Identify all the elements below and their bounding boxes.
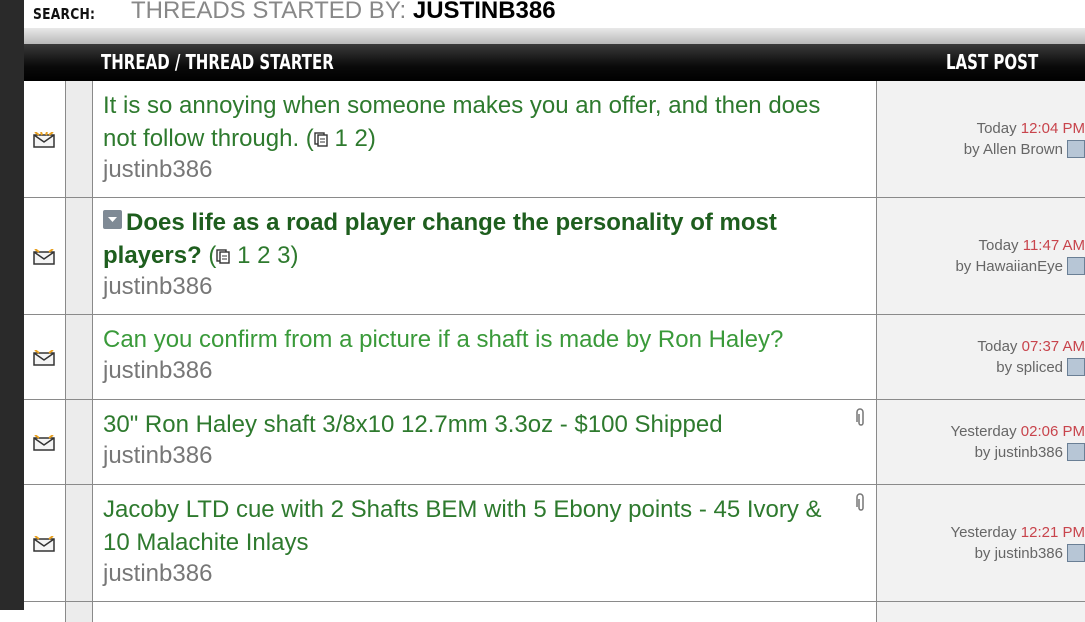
last-post-info: Yesterday 02:06 PM by justinb386: [855, 421, 1085, 463]
thread-title-link[interactable]: It is so annoying when someone makes you…: [103, 92, 820, 152]
table-row: [24, 602, 1085, 622]
last-post-cell: [877, 602, 1085, 622]
last-post-time: 11:47 AM: [1022, 237, 1085, 254]
status-cell: [24, 198, 66, 314]
page-link[interactable]: 1: [334, 125, 347, 152]
status-cell: [24, 81, 66, 197]
pages-icon: [216, 249, 231, 264]
table-header: THREAD / THREAD STARTER LAST POST: [24, 44, 1085, 81]
last-post-day: Today: [978, 237, 1019, 254]
last-post-info: Today 11:47 AM by HawaiianEye: [855, 235, 1085, 277]
status-cell: [24, 315, 66, 399]
table-row: It is so annoying when someone makes you…: [24, 81, 1085, 198]
paperclip-icon: [856, 493, 864, 511]
thread-title-link[interactable]: 30" Ron Haley shaft 3/8x10 12.7mm 3.3oz …: [103, 411, 723, 438]
thread-title-block: 30" Ron Haley shaft 3/8x10 12.7mm 3.3oz …: [103, 408, 848, 441]
envelope-icon[interactable]: [33, 132, 55, 148]
thread-starter[interactable]: justinb386: [103, 156, 212, 184]
thread-cell: Does life as a road player change the pe…: [93, 198, 877, 314]
last-post-day: Today: [977, 338, 1018, 355]
arrow-right-icon[interactable]: [1067, 358, 1085, 377]
status-cell: [24, 485, 66, 601]
thread-cell: [93, 602, 877, 622]
status-cell: [24, 400, 66, 484]
thread-cell: It is so annoying when someone makes you…: [93, 81, 877, 197]
envelope-icon[interactable]: [33, 249, 55, 265]
thread-starter[interactable]: justinb386: [103, 273, 212, 301]
last-post-time: 12:21 PM: [1020, 524, 1085, 541]
thread-title-link[interactable]: Jacoby LTD cue with 2 Shafts BEM with 5 …: [103, 496, 822, 556]
column-header-thread[interactable]: THREAD / THREAD STARTER: [101, 50, 334, 74]
thread-starter[interactable]: justinb386: [103, 442, 212, 470]
last-post-time: 07:37 AM: [1021, 338, 1085, 355]
last-post-author[interactable]: by spliced: [996, 359, 1063, 376]
last-post-author[interactable]: by HawaiianEye: [955, 258, 1063, 275]
table-row: Jacoby LTD cue with 2 Shafts BEM with 5 …: [24, 485, 1085, 602]
last-post-author[interactable]: by justinb386: [975, 545, 1063, 562]
last-post-time: 12:04 PM: [1020, 120, 1085, 137]
thread-cell: Can you confirm from a picture if a shaf…: [93, 315, 877, 399]
status-cell: [24, 602, 66, 622]
last-post-cell: Today 11:47 AM by HawaiianEye: [877, 198, 1085, 314]
thread-starter[interactable]: justinb386: [103, 357, 212, 385]
last-post-info: Yesterday 12:21 PM by justinb386: [855, 522, 1085, 564]
thread-cell: Jacoby LTD cue with 2 Shafts BEM with 5 …: [93, 485, 877, 601]
page-link[interactable]: 2: [257, 242, 270, 269]
arrow-right-icon[interactable]: [1067, 257, 1085, 276]
table-row: Can you confirm from a picture if a shaf…: [24, 315, 1085, 400]
thread-title-link[interactable]: Can you confirm from a picture if a shaf…: [103, 326, 783, 353]
expand-icon[interactable]: [103, 210, 122, 229]
page-link[interactable]: 3: [277, 242, 290, 269]
arrow-right-icon[interactable]: [1067, 140, 1085, 159]
last-post-author[interactable]: by justinb386: [975, 444, 1063, 461]
last-post-cell: Yesterday 02:06 PM by justinb386: [877, 400, 1085, 484]
thread-title-block: Does life as a road player change the pe…: [103, 206, 848, 272]
thread-title-block: Jacoby LTD cue with 2 Shafts BEM with 5 …: [103, 493, 848, 559]
table-row: Does life as a road player change the pe…: [24, 198, 1085, 315]
last-post-info: Today 07:37 AM by spliced: [855, 336, 1085, 378]
thread-title-block: It is so annoying when someone makes you…: [103, 89, 848, 155]
thread-title-link[interactable]: Does life as a road player change the pe…: [103, 209, 777, 269]
page-link[interactable]: 1: [237, 242, 250, 269]
icon-cell: [66, 400, 93, 484]
page-links: ( 1 2 3): [208, 242, 299, 269]
search-description-text: THREADS STARTED BY:: [131, 0, 407, 24]
thread-cell: 30" Ron Haley shaft 3/8x10 12.7mm 3.3oz …: [93, 400, 877, 484]
left-edge-bar: [0, 0, 24, 610]
header-gradient: [24, 28, 1085, 44]
search-label: SEARCH:: [33, 5, 96, 23]
icon-cell: [66, 81, 93, 197]
icon-cell: [66, 315, 93, 399]
page-links: ( 1 2): [305, 125, 376, 152]
pages-icon: [314, 132, 328, 147]
thread-starter[interactable]: justinb386: [103, 560, 212, 588]
table-row: 30" Ron Haley shaft 3/8x10 12.7mm 3.3oz …: [24, 400, 1085, 485]
last-post-day: Yesterday: [950, 524, 1017, 541]
last-post-day: Yesterday: [950, 423, 1017, 440]
page-link[interactable]: 2: [355, 125, 368, 152]
icon-cell: [66, 485, 93, 601]
last-post-time: 02:06 PM: [1020, 423, 1085, 440]
icon-cell: [66, 198, 93, 314]
last-post-cell: Today 12:04 PM by Allen Brown: [877, 81, 1085, 197]
envelope-icon[interactable]: [33, 435, 55, 451]
search-username[interactable]: JUSTINB386: [413, 0, 556, 24]
last-post-info: Today 12:04 PM by Allen Brown: [855, 118, 1085, 160]
thread-title-block: Can you confirm from a picture if a shaf…: [103, 323, 848, 356]
envelope-icon[interactable]: [33, 536, 55, 552]
last-post-cell: Yesterday 12:21 PM by justinb386: [877, 485, 1085, 601]
arrow-right-icon[interactable]: [1067, 443, 1085, 462]
arrow-right-icon[interactable]: [1067, 544, 1085, 563]
search-header: SEARCH: THREADS STARTED BY: JUSTINB386: [24, 0, 1085, 28]
last-post-cell: Today 07:37 AM by spliced: [877, 315, 1085, 399]
envelope-icon[interactable]: [33, 350, 55, 366]
search-description: THREADS STARTED BY: JUSTINB386: [131, 0, 556, 25]
last-post-author[interactable]: by Allen Brown: [964, 141, 1063, 158]
column-header-last-post[interactable]: LAST POST: [946, 50, 1038, 74]
last-post-day: Today: [976, 120, 1017, 137]
icon-cell: [66, 602, 93, 622]
